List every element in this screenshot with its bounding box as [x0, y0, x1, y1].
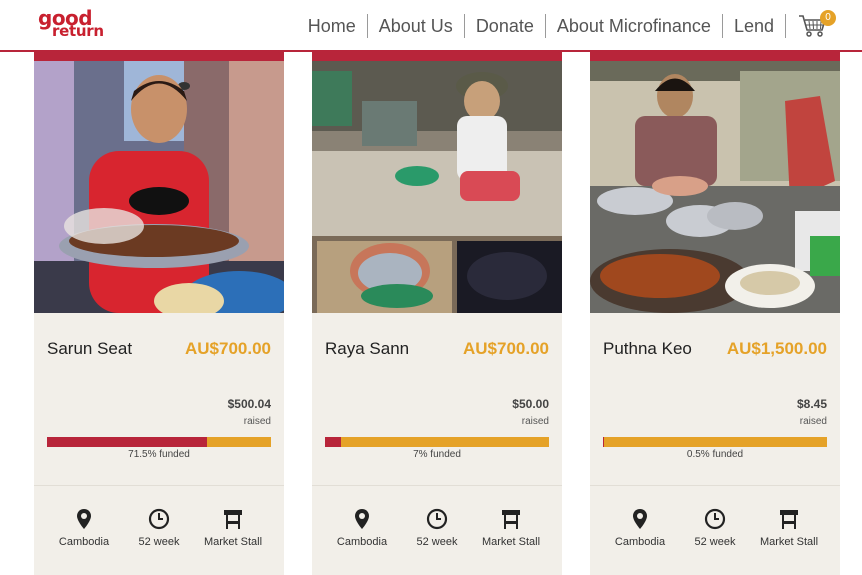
- raised-amount: $8.45: [796, 397, 827, 411]
- site-header: good return Home About Us Donate About M…: [0, 0, 862, 52]
- sector-label: Market Stall: [759, 536, 819, 548]
- card-accent-bar: [590, 52, 840, 61]
- funding-progress-fill: [47, 437, 208, 447]
- term-label: 52 week: [694, 536, 736, 548]
- loan-amount: AU$1,500.00: [726, 339, 827, 358]
- card-body: Raya Sann AU$700.00 $50.00 raised 7% fun…: [312, 313, 562, 485]
- card-meta-row: Cambodia 52 week Market Stall: [590, 485, 840, 575]
- meta-location: Cambodia: [322, 508, 402, 548]
- loan-amount: AU$700.00: [184, 339, 271, 358]
- sector-label: Market Stall: [481, 536, 541, 548]
- nav-donate[interactable]: Donate: [465, 14, 546, 38]
- logo-return-text: return: [52, 22, 104, 40]
- card-meta-row: Cambodia 52 week Market Stall: [34, 485, 284, 575]
- loan-card[interactable]: Raya Sann AU$700.00 $50.00 raised 7% fun…: [312, 52, 562, 575]
- funding-progress-bar: [603, 437, 827, 447]
- raised-label: raised: [521, 416, 549, 427]
- meta-term: 52 week: [397, 508, 477, 548]
- funding-progress-bar: [47, 437, 271, 447]
- borrower-photo[interactable]: [34, 61, 284, 313]
- meta-location: Cambodia: [44, 508, 124, 548]
- good-return-logo[interactable]: good return: [38, 8, 108, 44]
- location-pin-icon: [77, 509, 91, 529]
- card-body: Puthna Keo AU$1,500.00 $8.45 raised 0.5%…: [590, 313, 840, 485]
- meta-term: 52 week: [675, 508, 755, 548]
- funding-progress-fill: [325, 437, 341, 447]
- funded-percent: 7% funded: [413, 449, 461, 460]
- loan-amount: AU$700.00: [462, 339, 549, 358]
- meta-sector: Market Stall: [471, 508, 551, 548]
- loan-card[interactable]: Sarun Seat AU$700.00 $500.04 raised 71.5…: [34, 52, 284, 575]
- funded-percent: 0.5% funded: [686, 449, 744, 460]
- clock-icon: [148, 508, 170, 530]
- borrower-name[interactable]: Puthna Keo: [603, 339, 692, 359]
- card-meta-row: Cambodia 52 week Market Stall: [312, 485, 562, 575]
- funded-percent: 71.5% funded: [128, 449, 190, 460]
- meta-term: 52 week: [119, 508, 199, 548]
- raised-amount: $50.00: [512, 397, 549, 411]
- cart-button[interactable]: 0: [798, 10, 836, 40]
- location-label: Cambodia: [336, 536, 388, 548]
- clock-icon: [426, 508, 448, 530]
- card-body: Sarun Seat AU$700.00 $500.04 raised 71.5…: [34, 313, 284, 485]
- borrower-name[interactable]: Raya Sann: [325, 339, 409, 359]
- raised-label: raised: [799, 416, 827, 427]
- funding-progress-bar: [325, 437, 549, 447]
- location-label: Cambodia: [58, 536, 110, 548]
- borrower-name[interactable]: Sarun Seat: [47, 339, 132, 359]
- nav-about-us[interactable]: About Us: [368, 14, 465, 38]
- card-accent-bar: [34, 52, 284, 61]
- card-accent-bar: [312, 52, 562, 61]
- borrower-photo[interactable]: [312, 61, 562, 313]
- location-label: Cambodia: [614, 536, 666, 548]
- market-stall-icon: [224, 510, 242, 529]
- meta-sector: Market Stall: [749, 508, 829, 548]
- meta-location: Cambodia: [600, 508, 680, 548]
- nav-about-microfinance[interactable]: About Microfinance: [546, 14, 723, 38]
- market-stall-icon: [502, 510, 520, 529]
- main-nav: Home About Us Donate About Microfinance …: [297, 10, 836, 40]
- term-label: 52 week: [138, 536, 180, 548]
- nav-lend[interactable]: Lend: [723, 14, 786, 38]
- sector-label: Market Stall: [203, 536, 263, 548]
- borrower-photo[interactable]: [590, 61, 840, 313]
- raised-amount: $500.04: [227, 397, 271, 411]
- meta-sector: Market Stall: [193, 508, 273, 548]
- nav-home[interactable]: Home: [297, 14, 368, 38]
- cart-count-badge: 0: [820, 10, 836, 26]
- location-pin-icon: [633, 509, 647, 529]
- raised-label: raised: [243, 416, 271, 427]
- location-pin-icon: [355, 509, 369, 529]
- funding-progress-fill: [603, 437, 605, 447]
- clock-icon: [704, 508, 726, 530]
- market-stall-icon: [780, 510, 798, 529]
- term-label: 52 week: [416, 536, 458, 548]
- loan-card[interactable]: Puthna Keo AU$1,500.00 $8.45 raised 0.5%…: [590, 52, 840, 575]
